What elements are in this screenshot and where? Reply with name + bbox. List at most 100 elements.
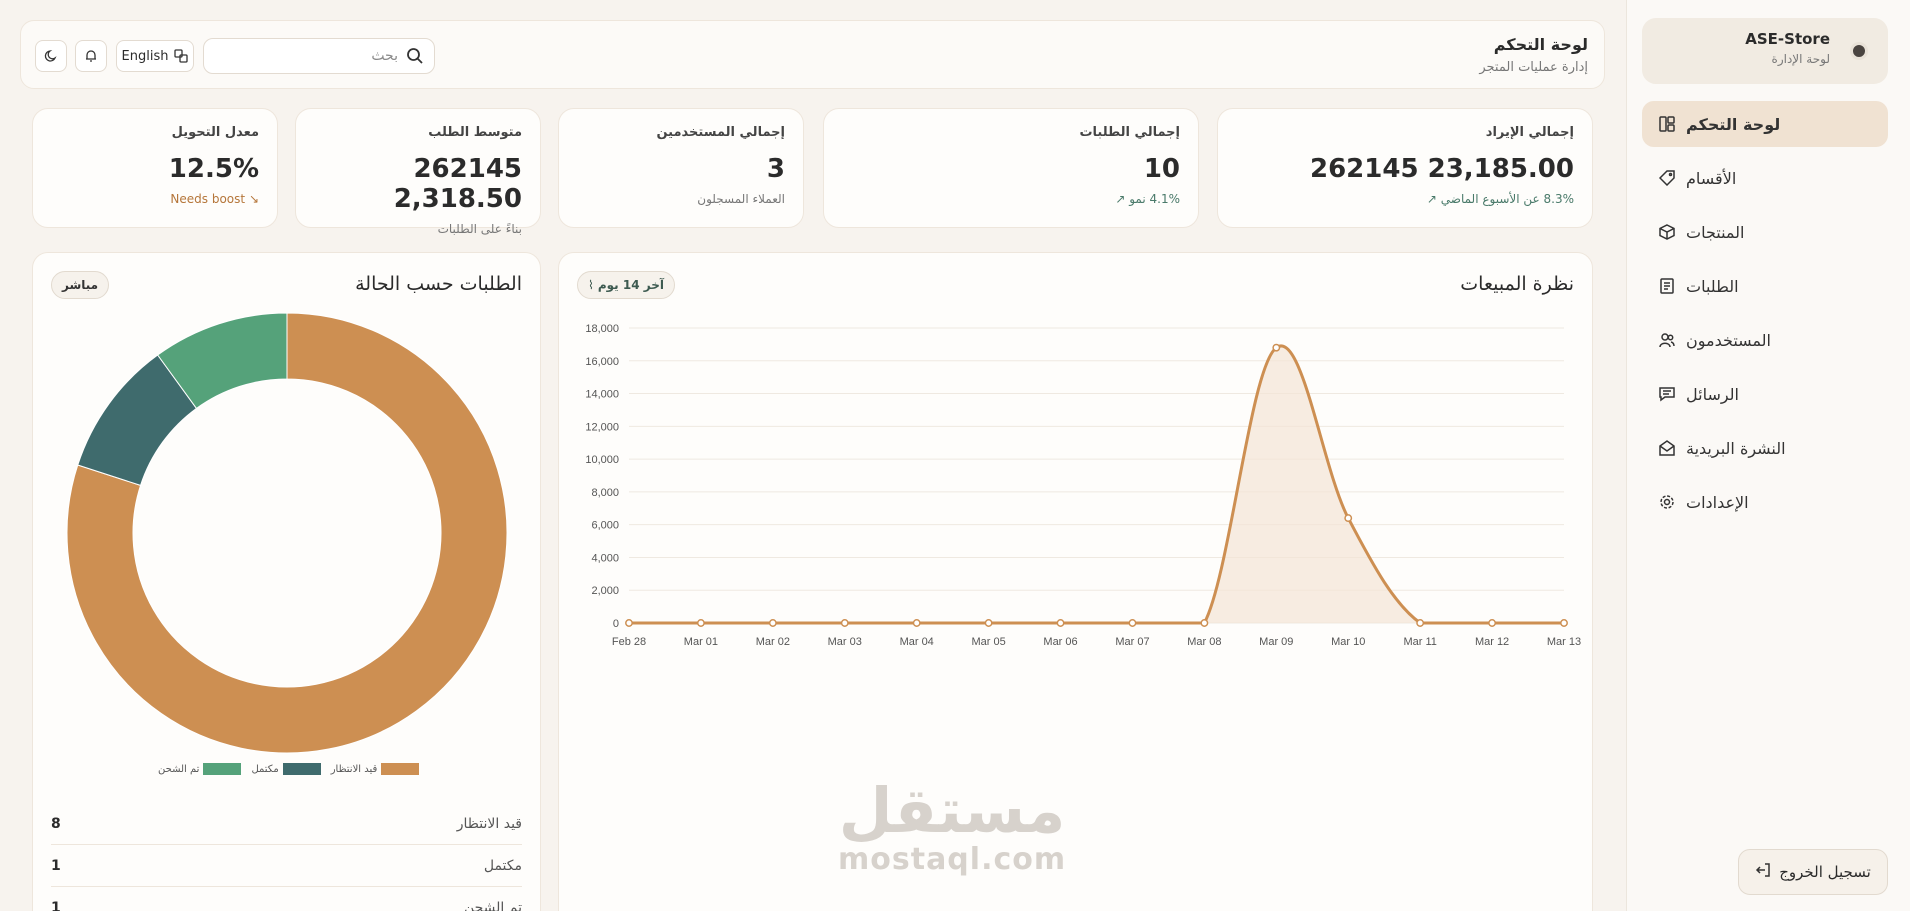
theme-toggle-button[interactable] [35,40,67,72]
sales-point [912,619,921,627]
status-row-completed: 1 مكتمل [51,845,522,887]
sidebar-item-categories[interactable]: الأقسام [1642,155,1888,201]
sidebar: ASE-Store لوحة الإدارة لوحة التحكم الأقس… [1626,0,1910,911]
stat-card-revenue: إجمالي الإيراد 262145 23,185.00 8.3% عن … [1217,108,1593,228]
status-row-label: مكتمل [483,857,522,874]
sales-chart: 0 2,000 4,000 6,000 8,000 10,000 12,000 14,000 1… [585,323,1581,648]
sales-point [1488,619,1497,627]
stat-label: إجمالي الإيراد [1485,125,1574,140]
logout-label: تسجيل الخروج [1779,863,1871,881]
moon-icon [44,50,57,62]
sales-point [1200,619,1209,627]
page-title: لوحة التحكم [1493,35,1588,54]
x-tick-label: Mar 12 [1475,636,1509,648]
search-icon [407,48,423,64]
range-badge[interactable]: آخر 14 يوم ⌇ [577,271,675,299]
x-tick-label: Mar 02 [756,636,790,648]
search-input[interactable]: بحث [203,38,435,74]
watermark-url: mostaql.com [838,842,1067,877]
status-donut-chart [66,312,508,754]
x-tick-label: Mar 05 [971,636,1005,648]
sidebar-item-orders[interactable]: الطلبات [1642,263,1888,309]
x-tick-label: Mar 04 [900,636,934,648]
x-tick-label: Mar 01 [684,636,718,648]
sidebar-item-label: لوحة التحكم [1686,114,1781,134]
sidebar-item-dashboard[interactable]: لوحة التحكم [1642,101,1888,147]
stat-card-conversion: معدل التحويل 12.5% ↘ Needs boost [32,108,278,228]
stat-sub: ↘ Needs boost [51,192,259,206]
sales-point [625,619,633,627]
stat-label: معدل التحويل [171,125,259,140]
language-button[interactable]: English [116,40,194,72]
status-row-label: تم الشحن [463,900,522,911]
x-tick-label: Mar 09 [1259,636,1293,648]
sidebar-item-messages[interactable]: الرسائل [1642,371,1888,417]
sales-point [696,619,705,627]
sidebar-item-users[interactable]: المستخدمون [1642,317,1888,363]
brand-subtitle: لوحة الإدارة [1771,52,1830,66]
sales-line [629,344,1564,625]
stat-sub-text: Needs boost [170,192,246,206]
status-row-label: قيد الانتظار [456,815,522,832]
sidebar-item-newsletter[interactable]: النشرة البريدية [1642,425,1888,471]
stat-value: 3 [766,154,785,184]
sales-point [1560,619,1568,627]
stat-value: 10 [1143,154,1180,184]
stat-label: إجمالي الطلبات [1079,125,1180,140]
status-panel: الطلبات حسب الحالة مباشر قيد الانتظار مك… [32,252,541,911]
x-tick-label: Feb 28 [612,636,646,648]
status-row-value: 1 [51,900,61,911]
sidebar-item-settings[interactable]: الإعدادات [1642,479,1888,525]
legend-swatch [203,763,242,775]
stat-card-average-order: متوسط الطلب 262145 2,318.50 بناءً على ال… [295,108,541,236]
sidebar-nav: لوحة التحكم الأقسام المنتجات الطلبات الم… [1642,101,1888,533]
sales-chart-title: نظرة المبيعات [1460,273,1574,295]
language-label: English [121,48,169,64]
y-tick-label: 0 [613,618,619,630]
sales-point [768,619,777,627]
status-row-pending: 8 قيد الانتظار [51,803,522,845]
y-tick-label: 8,000 [591,487,619,499]
x-tick-label: Mar 06 [1043,636,1077,648]
range-label: آخر 14 يوم [597,278,664,292]
search-placeholder: بحث [371,48,398,64]
bell-icon [86,50,96,62]
sidebar-item-label: الأقسام [1686,168,1737,188]
stat-value: 12.5% [168,154,259,184]
receipt-icon [1658,277,1676,295]
legend-label: مكتمل [251,764,279,775]
y-tick-label: 14,000 [585,389,619,401]
x-tick-label: Mar 10 [1331,636,1365,648]
brand-name: ASE-Store [1745,30,1830,48]
layout-icon [1658,115,1676,133]
watermark: مستقل mostaql.com [838,780,1067,878]
sales-area [629,345,1564,623]
gear-icon [1658,493,1676,511]
stat-value: 262145 2,318.50 [393,154,522,214]
sidebar-item-label: الإعدادات [1686,492,1749,512]
brand-card[interactable]: ASE-Store لوحة الإدارة [1642,18,1888,84]
sales-point [1416,619,1425,627]
x-tick-label: Mar 07 [1115,636,1149,648]
logout-icon [1755,862,1771,882]
legend-item: تم الشحن [158,763,242,775]
box-icon [1658,223,1676,241]
mail-icon [1658,439,1676,457]
sidebar-item-products[interactable]: المنتجات [1642,209,1888,255]
sales-point [1272,343,1281,352]
users-icon [1658,331,1676,349]
y-tick-label: 2,000 [591,585,619,597]
page-subtitle: إدارة عمليات المتجر [1479,60,1588,75]
y-tick-label: 4,000 [591,552,619,564]
x-tick-label: Mar 11 [1403,636,1436,648]
stat-card-orders: إجمالي الطلبات 10 4.1% نمو ↗ [823,108,1199,228]
logout-button[interactable]: تسجيل الخروج [1738,849,1888,895]
notifications-button[interactable] [75,40,107,72]
live-badge: مباشر [51,271,110,299]
sidebar-item-label: الرسائل [1686,384,1739,404]
stat-sub: بناءً على الطلبات [437,222,522,236]
y-tick-label: 16,000 [585,356,619,368]
sales-chart-panel: نظرة المبيعات آخر 14 يوم ⌇ 0 2,000 4,000 6,… [558,252,1593,911]
stat-label: متوسط الطلب [428,125,522,140]
sidebar-item-label: المستخدمون [1686,330,1771,350]
